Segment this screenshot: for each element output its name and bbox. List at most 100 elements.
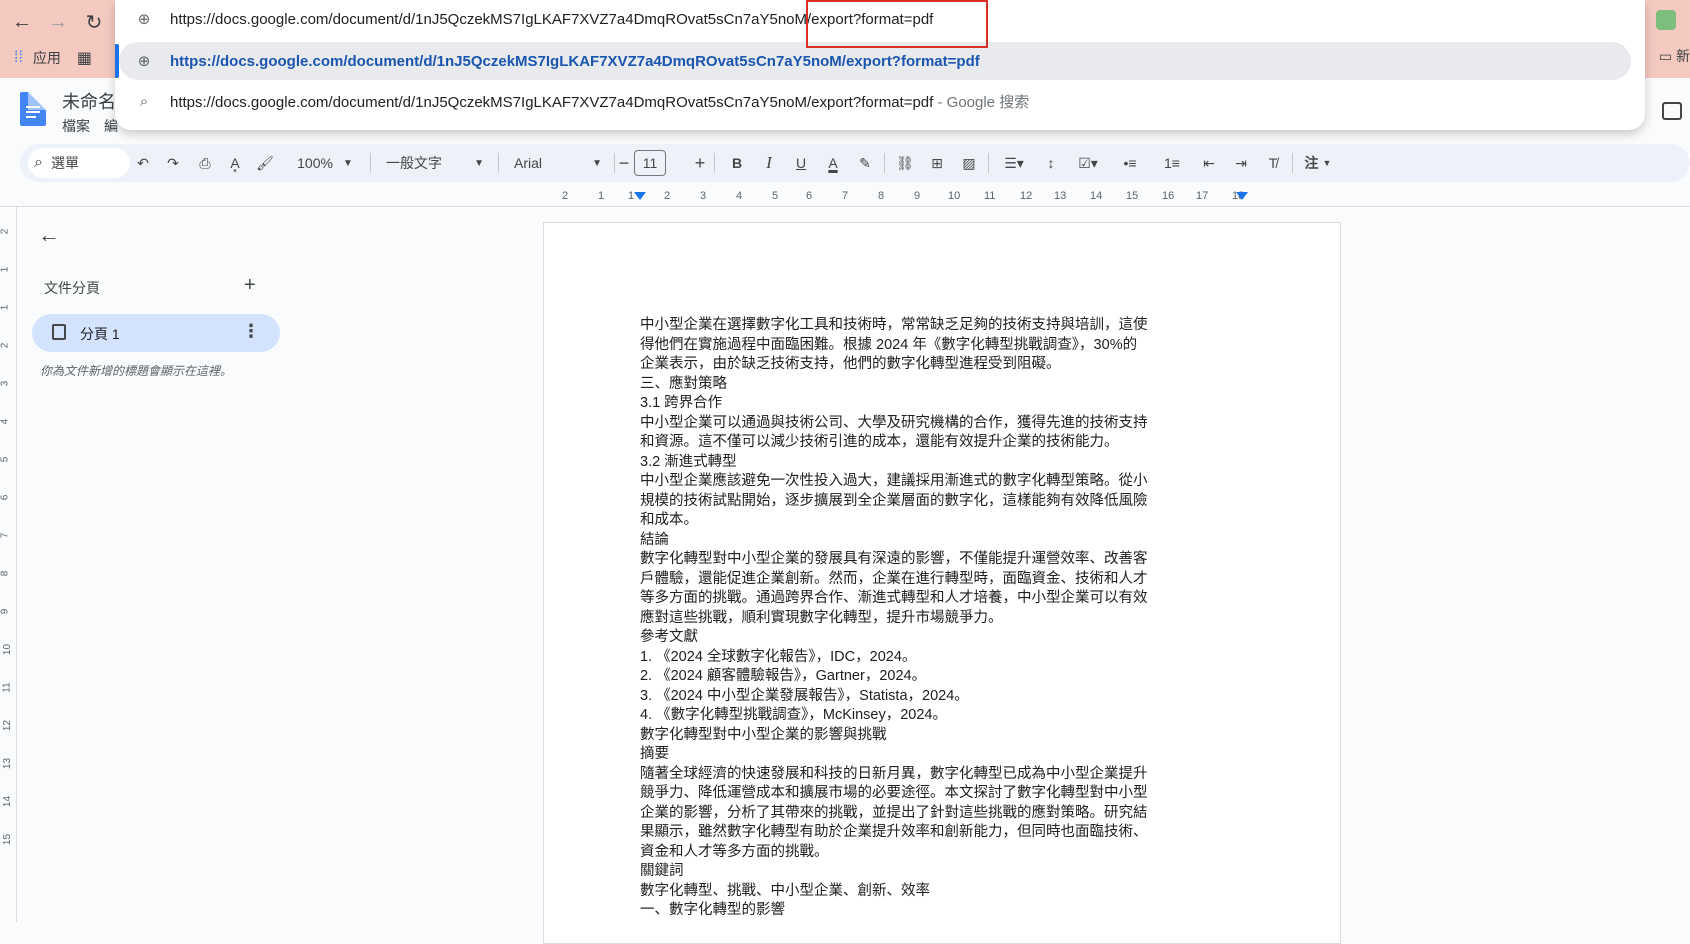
bulleted-list-icon[interactable]: •≡ (1112, 144, 1148, 182)
print-icon[interactable]: ⎙ (192, 144, 218, 182)
ruler-number: 16 (1162, 190, 1175, 202)
add-tab-icon[interactable]: + (244, 274, 256, 297)
document-line[interactable]: 4. 《數字化轉型挑戰調查》，McKinsey，2024。 (640, 706, 1156, 726)
bookmark-folder-label: 新 (1676, 48, 1690, 64)
extension-icon[interactable] (1656, 10, 1676, 30)
document-line[interactable]: 3. 《2024 中小型企業發展報告》，Statista，2024。 (640, 687, 1156, 707)
image-icon[interactable]: ▨ (956, 144, 982, 182)
decrease-font-icon[interactable]: − (616, 144, 632, 182)
document-line[interactable]: 等多方面的挑戰。通過跨界合作、漸進式轉型和人才培養，中小型企業可以有效 (640, 589, 1156, 609)
menu-search[interactable]: ⌕ 選單 (28, 148, 130, 178)
link-icon[interactable]: ⛓ (892, 144, 918, 182)
back-icon[interactable]: ← (8, 8, 36, 36)
tab-item-1[interactable]: 分頁 1 ⋮ (32, 314, 280, 352)
document-line[interactable]: 中小型企業應該避免一次性投入過大，建議採用漸進式的數字化轉型策略。從小 (640, 472, 1156, 492)
apps-icon[interactable]: ⁞⁞ (14, 49, 23, 67)
chevron-down-icon: ▼ (474, 157, 484, 169)
line-spacing-icon[interactable]: ↕ (1038, 144, 1064, 182)
bold-icon[interactable]: B (724, 144, 750, 182)
back-arrow-icon[interactable]: ← (38, 222, 60, 248)
underline-icon[interactable]: U (788, 144, 814, 182)
indent-marker[interactable] (634, 192, 646, 200)
ruler-number: 3 (700, 190, 707, 202)
document-line[interactable]: 關鍵詞 (640, 862, 1156, 882)
vertical-ruler[interactable]: 2 1 1 2 3 4 5 6 7 8 9 10 11 12 13 14 15 (0, 206, 17, 922)
ruler-number: 14 (1090, 190, 1103, 202)
reload-icon[interactable]: ↻ (80, 8, 108, 36)
horizontal-ruler[interactable]: 2 1 1 2 3 4 5 6 7 8 9 10 11 12 13 14 15 16 17 18 (0, 188, 1690, 206)
document-line[interactable]: 結論 (640, 531, 1156, 551)
document-line[interactable]: 三、應對策略 (640, 375, 1156, 395)
document-line[interactable]: 企業表示，由於缺乏技術支持，他們的數字化轉型進程受到阻礙。 (640, 355, 1156, 375)
undo-icon[interactable]: ↶ (130, 144, 156, 182)
text-color-icon[interactable]: A (820, 144, 846, 182)
document-line[interactable]: 戶體驗，還能促進企業創新。然而，企業在進行轉型時，面臨資金、技術和人才 (640, 570, 1156, 590)
outline-hint: 你為文件新增的標題會顯示在這裡。 (40, 364, 233, 378)
menu-file[interactable]: 檔案 (62, 116, 90, 136)
decrease-indent-icon[interactable]: ⇤ (1196, 144, 1222, 182)
document-body[interactable]: 中小型企業在選擇數字化工具和技術時，常常缺乏足夠的技術支持與培訓，這使 得他們在實… (640, 316, 1156, 921)
zoom-select[interactable]: 100% ▼ (290, 144, 360, 182)
italic-icon[interactable]: I (756, 144, 782, 182)
document-line[interactable]: 果顯示，雖然數字化轉型有助於企業提升效率和創新能力，但同時也面臨技術、 (640, 823, 1156, 843)
ruler-number: 9 (914, 190, 921, 202)
document-line[interactable]: 數字化轉型對中小型企業的影響與挑戰 (640, 726, 1156, 746)
document-line[interactable]: 中小型企業在選擇數字化工具和技術時，常常缺乏足夠的技術支持與培訓，這使 (640, 316, 1156, 336)
document-line[interactable]: 數字化轉型、挑戰、中小型企業、創新、效率 (640, 882, 1156, 902)
align-icon[interactable]: ☰▾ (996, 144, 1032, 182)
document-line[interactable]: 和成本。 (640, 511, 1156, 531)
ruler-number: 13 (1054, 190, 1067, 202)
document-title[interactable]: 未命名 (62, 88, 116, 114)
spellcheck-icon[interactable]: A͓ (222, 144, 248, 182)
document-line[interactable]: 資金和人才等多方面的挑戰。 (640, 843, 1156, 863)
document-line[interactable]: 得他們在實施過程中面臨困難。根據 2024 年《數字化轉型挑戰調查》，30%的 (640, 336, 1156, 356)
font-value: Arial (514, 155, 543, 171)
suggestion-search[interactable]: ⌕ https://docs.google.com/document/d/1nJ… (115, 82, 1645, 120)
grid-icon[interactable]: ▦ (77, 48, 92, 68)
bookmark-folder[interactable]: ▭ 新 (1659, 46, 1690, 66)
comments-icon[interactable] (1662, 102, 1682, 120)
divider (614, 153, 615, 173)
style-select[interactable]: 一般文字 ▼ (380, 144, 490, 182)
vruler-number: 3 (0, 380, 11, 387)
document-line[interactable]: 數字化轉型對中小型企業的發展具有深遠的影響，不僅能提升運營效率、改善客 (640, 550, 1156, 570)
right-indent-marker[interactable] (1236, 192, 1248, 200)
apps-bookmark[interactable]: 应用 (33, 48, 61, 68)
document-line[interactable]: 中小型企業可以通過與技術公司、大學及研究機構的合作，獲得先進的技術支持 (640, 414, 1156, 434)
divider (370, 153, 371, 173)
highlight-icon[interactable]: ✎ (852, 144, 878, 182)
docs-logo-icon[interactable] (20, 92, 46, 126)
checklist-icon[interactable]: ☑▾ (1070, 144, 1106, 182)
clear-formatting-icon[interactable]: T̸ (1260, 144, 1286, 182)
document-line[interactable]: 一、數字化轉型的影響 (640, 901, 1156, 921)
suggestion-search-text: https://docs.google.com/document/d/1nJ5Q… (170, 93, 934, 111)
site-info-icon[interactable]: ⊕ (135, 10, 153, 28)
document-line[interactable]: 競爭力、降低運營成本和擴展市場的必要途徑。本文探討了數字化轉型對中小型 (640, 784, 1156, 804)
document-line[interactable]: 規模的技術試點開始，逐步擴展到全企業層面的數字化，這樣能夠有效降低風險 (640, 492, 1156, 512)
forward-icon[interactable]: → (44, 8, 72, 36)
document-line[interactable]: 3.1 跨界合作 (640, 394, 1156, 414)
globe-icon: ⊕ (137, 53, 151, 70)
document-line[interactable]: 隨著全球經濟的快速發展和科技的日新月異，數字化轉型已成為中小型企業提升 (640, 765, 1156, 785)
chevron-down-icon: ▼ (592, 157, 602, 169)
font-size-input[interactable]: 11 (634, 150, 666, 176)
document-line[interactable]: 1. 《2024 全球數字化報告》，IDC，2024。 (640, 648, 1156, 668)
document-line[interactable]: 和資源。這不僅可以減少技術引進的成本，還能有效提升企業的技術能力。 (640, 433, 1156, 453)
font-select[interactable]: Arial ▼ (508, 144, 608, 182)
increase-indent-icon[interactable]: ⇥ (1228, 144, 1254, 182)
document-line[interactable]: 3.2 漸進式轉型 (640, 453, 1156, 473)
redo-icon[interactable]: ↷ (160, 144, 186, 182)
paint-format-icon[interactable]: 🖌 (252, 144, 278, 182)
numbered-list-icon[interactable]: 1≡ (1154, 144, 1190, 182)
document-line[interactable]: 摘要 (640, 745, 1156, 765)
ruler-number: 2 (562, 190, 569, 202)
increase-font-icon[interactable]: + (692, 144, 708, 182)
comment-icon[interactable]: ⊞ (924, 144, 950, 182)
document-line[interactable]: 參考文獻 (640, 628, 1156, 648)
more-vert-icon[interactable]: ⋮ (242, 321, 260, 342)
document-line[interactable]: 應對這些挑戰，順利實現數字化轉型，提升市場競爭力。 (640, 609, 1156, 629)
document-line[interactable]: 2. 《2024 顧客體驗報告》，Gartner，2024。 (640, 667, 1156, 687)
ruler-number: 15 (1126, 190, 1139, 202)
document-line[interactable]: 企業的影響，分析了其帶來的挑戰，並提出了針對這些挑戰的應對策略。研究結 (640, 804, 1156, 824)
more-tools-button[interactable]: 注 ▼ (1300, 144, 1336, 182)
